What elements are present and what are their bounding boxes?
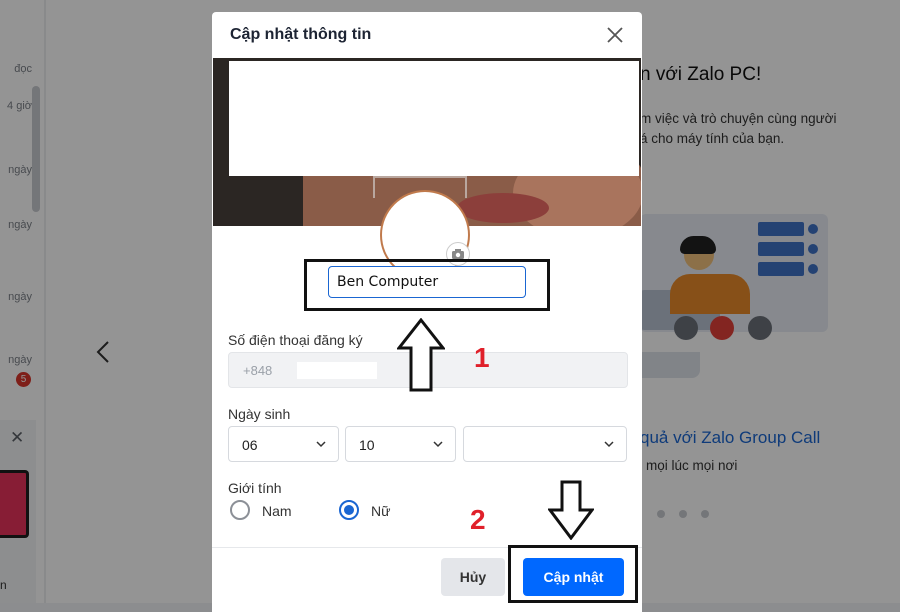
dob-day-value: 06: [242, 437, 258, 453]
dob-month-select[interactable]: 10: [345, 426, 456, 462]
update-button[interactable]: Cập nhật: [523, 558, 624, 596]
chevron-down-icon: [433, 441, 443, 448]
dob-label: Ngày sinh: [228, 406, 291, 422]
dialog-title: Cập nhật thông tin: [230, 26, 372, 43]
cover-photo-redaction: [229, 61, 639, 176]
gender-female-radio[interactable]: [339, 500, 359, 520]
dob-month-value: 10: [359, 437, 375, 453]
arrow-up-icon: [397, 318, 445, 392]
phone-redaction: [297, 362, 377, 379]
gender-male-label[interactable]: Nam: [262, 503, 292, 519]
cover-photo-lips: [457, 193, 549, 223]
close-icon[interactable]: [602, 22, 628, 48]
step-number: 1: [474, 342, 490, 373]
dob-year-select[interactable]: [463, 426, 627, 462]
display-name-input[interactable]: [328, 266, 526, 298]
phone-label: Số điện thoại đăng ký: [228, 332, 363, 348]
gender-label: Giới tính: [228, 480, 282, 496]
gender-male-radio[interactable]: [230, 500, 250, 520]
gender-female-label[interactable]: Nữ: [371, 503, 390, 519]
chevron-down-icon: [316, 441, 326, 448]
step-number: 2: [470, 504, 486, 535]
chevron-down-icon: [604, 441, 614, 448]
dob-day-select[interactable]: 06: [228, 426, 339, 462]
phone-value: +848: [243, 363, 273, 378]
arrow-down-icon: [548, 480, 594, 540]
cancel-button[interactable]: Hủy: [441, 558, 505, 596]
